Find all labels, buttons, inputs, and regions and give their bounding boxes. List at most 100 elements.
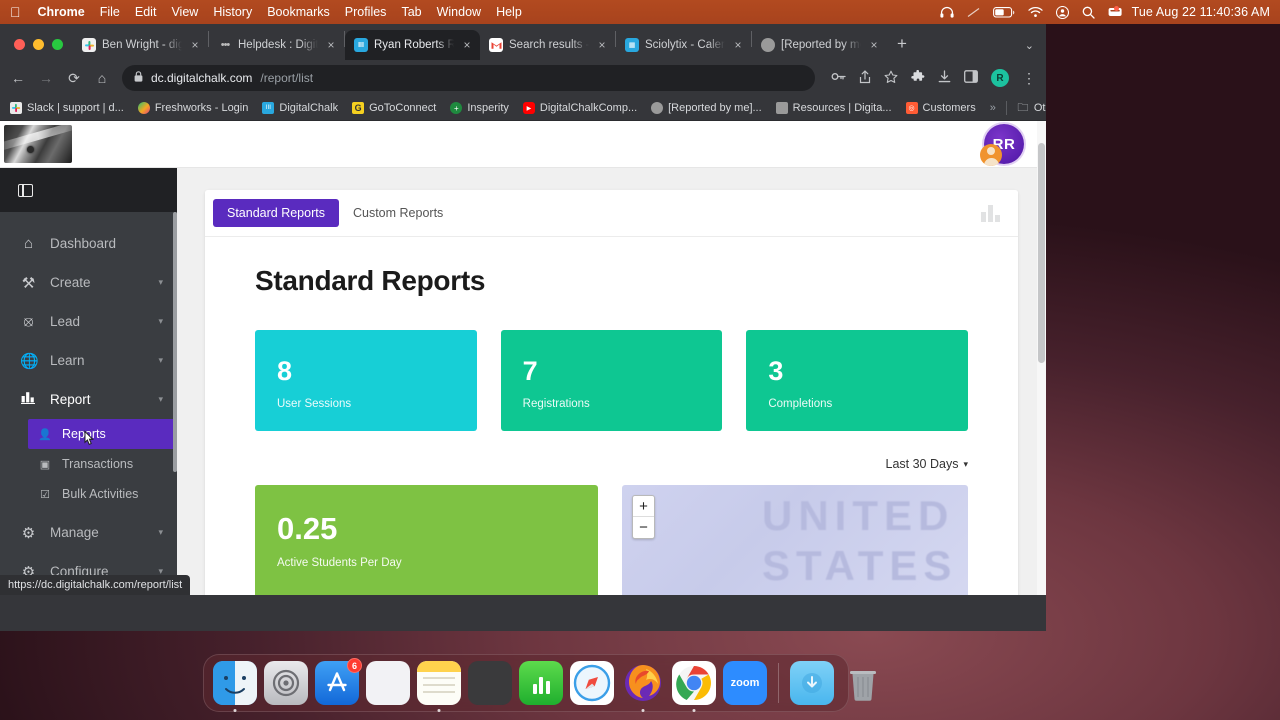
dock-item-zoom[interactable]: zoom xyxy=(723,661,767,705)
password-key-icon[interactable] xyxy=(831,70,846,86)
back-button[interactable]: ← xyxy=(10,70,26,86)
chevron-down-icon[interactable]: ▾ xyxy=(158,355,163,366)
menu-help[interactable]: Help xyxy=(496,5,522,19)
menu-edit[interactable]: Edit xyxy=(135,5,157,19)
date-range-selector[interactable]: Last 30 Days ▾ xyxy=(886,457,969,471)
bookmark-star-icon[interactable] xyxy=(884,70,898,87)
tab-standard-reports[interactable]: Standard Reports xyxy=(213,199,339,227)
browser-tab-2[interactable]: ••• Helpdesk : DigitalChalk × xyxy=(209,30,344,60)
map-zoom-in-button[interactable]: + xyxy=(633,496,654,517)
sidebar-item-transactions[interactable]: ▣ Transactions xyxy=(28,449,177,479)
browser-tab-3-close-icon[interactable]: × xyxy=(460,38,474,52)
dock-item-numbers[interactable] xyxy=(519,661,563,705)
browser-tab-2-close-icon[interactable]: × xyxy=(324,38,338,52)
forward-button[interactable]: → xyxy=(38,70,54,86)
bookmark-customers[interactable]: ◎ Customers xyxy=(905,102,976,114)
dock-item-trash[interactable] xyxy=(841,661,885,705)
chevron-down-icon[interactable]: ▾ xyxy=(158,527,163,538)
bookmark-resources[interactable]: Resources | Digita... xyxy=(775,102,892,114)
notification-center-icon[interactable] xyxy=(1108,5,1122,18)
dock-item-finder[interactable] xyxy=(213,661,257,712)
sidebar-item-lead[interactable]: ⦻ Lead ▾ xyxy=(0,302,177,341)
browser-tab-1[interactable]: Ben Wright - digitalchalk × xyxy=(73,30,208,60)
new-tab-button[interactable]: + xyxy=(887,34,917,60)
menu-chrome[interactable]: Chrome xyxy=(38,5,85,19)
menu-tab[interactable]: Tab xyxy=(401,5,421,19)
wifi-icon[interactable] xyxy=(1027,6,1043,18)
browser-tab-6[interactable]: [Reported by me] Issue × xyxy=(752,30,887,60)
bookmark-freshworks[interactable]: Freshworks - Login xyxy=(137,102,248,114)
side-panel-icon[interactable] xyxy=(964,70,978,86)
address-bar[interactable]: dc.digitalchalk.com/report/list xyxy=(122,65,815,91)
bookmark-digitalchalk[interactable]: III DigitalChalk xyxy=(262,102,338,114)
bookmark-slack[interactable]: Slack | support | d... xyxy=(10,102,124,114)
bookmark-reported-by-me[interactable]: [Reported by me]... xyxy=(651,102,762,114)
kpi-user-sessions[interactable]: 8 User Sessions xyxy=(255,330,477,431)
reload-button[interactable]: ⟳ xyxy=(66,70,82,87)
dock-item-safari[interactable] xyxy=(570,661,614,705)
home-button[interactable]: ⌂ xyxy=(94,70,110,86)
menubar-clock[interactable]: Tue Aug 22 11:40:36 AM xyxy=(1132,5,1270,19)
map-zoom-controls[interactable]: + − xyxy=(632,495,655,539)
browser-tab-4[interactable]: Search results - ryan.rob × xyxy=(480,30,615,60)
sidebar-item-report[interactable]: Report ▾ xyxy=(0,380,177,419)
kpi-active-students[interactable]: 0.25 Active Students Per Day xyxy=(255,485,598,595)
battery-icon[interactable] xyxy=(992,6,1015,18)
tab-custom-reports[interactable]: Custom Reports xyxy=(339,199,457,227)
bookmark-gotoconnect[interactable]: G GoToConnect xyxy=(352,102,436,114)
sidebar-item-create[interactable]: ⚒ Create ▾ xyxy=(0,263,177,302)
browser-tab-1-close-icon[interactable]: × xyxy=(188,38,202,52)
tab-search-chevron-icon[interactable]: ⌄ xyxy=(1025,39,1034,52)
map-zoom-out-button[interactable]: − xyxy=(633,517,654,538)
menu-history[interactable]: History xyxy=(213,5,252,19)
chevron-down-icon[interactable]: ▾ xyxy=(158,277,163,288)
window-close-button[interactable] xyxy=(14,39,25,50)
sidebar-item-learn[interactable]: 🌐 Learn ▾ xyxy=(0,341,177,380)
other-bookmarks-folder[interactable]: 🗀 Other Bookmarks xyxy=(1017,102,1046,115)
window-traffic-lights[interactable] xyxy=(8,39,73,60)
panel-toggle-icon[interactable] xyxy=(18,183,33,197)
app-logo[interactable] xyxy=(4,125,72,163)
spotlight-search-icon[interactable] xyxy=(1082,6,1095,19)
dock-item-chrome[interactable] xyxy=(672,661,716,712)
browser-tab-5-close-icon[interactable]: × xyxy=(731,38,745,52)
share-icon[interactable] xyxy=(859,69,871,87)
window-minimize-button[interactable] xyxy=(33,39,44,50)
kpi-completions[interactable]: 3 Completions xyxy=(746,330,969,431)
dock-item-calculator[interactable] xyxy=(468,661,512,705)
sidebar-item-dashboard[interactable]: ⌂ Dashboard xyxy=(0,224,177,263)
dock-item-app-store[interactable]: 6 xyxy=(315,658,362,705)
bar-chart-icon[interactable] xyxy=(981,204,1000,222)
menu-view[interactable]: View xyxy=(171,5,198,19)
menu-profiles[interactable]: Profiles xyxy=(345,5,387,19)
menu-bookmarks[interactable]: Bookmarks xyxy=(267,5,330,19)
map-widget[interactable]: UNITED STATES + − xyxy=(622,485,968,595)
chevron-down-icon[interactable]: ▾ xyxy=(158,316,163,327)
dock-item-downloads-folder[interactable] xyxy=(790,661,834,705)
downloads-icon[interactable] xyxy=(938,69,951,87)
three-dot-menu-icon[interactable]: ⋮ xyxy=(1022,71,1036,85)
control-center-icon[interactable] xyxy=(1055,5,1069,19)
bookmark-digitalchalkcomp[interactable]: ▶ DigitalChalkComp... xyxy=(522,102,637,114)
browser-tab-6-close-icon[interactable]: × xyxy=(867,38,881,52)
browser-tab-5[interactable]: ▦ Sciolytix - Calendar - Au × xyxy=(616,30,751,60)
sidebar-item-bulk-activities[interactable]: ☑ Bulk Activities xyxy=(28,479,177,509)
kpi-registrations[interactable]: 7 Registrations xyxy=(500,330,723,431)
chevron-down-icon[interactable]: ▾ xyxy=(158,394,163,405)
dock-item-system-settings[interactable] xyxy=(264,661,308,705)
dock-item-launchpad[interactable] xyxy=(366,661,410,705)
page-scrollbar-thumb[interactable] xyxy=(1038,143,1045,363)
headphones-icon[interactable] xyxy=(939,6,954,18)
dock-item-firefox[interactable] xyxy=(621,661,665,712)
browser-tab-4-close-icon[interactable]: × xyxy=(595,38,609,52)
window-maximize-button[interactable] xyxy=(52,39,63,50)
extensions-puzzle-icon[interactable] xyxy=(911,69,925,87)
page-scrollbar[interactable] xyxy=(1037,121,1046,595)
menu-file[interactable]: File xyxy=(100,5,120,19)
dock-item-notes[interactable] xyxy=(417,661,461,712)
bookmarks-overflow-button[interactable]: » xyxy=(990,102,996,114)
sidebar-item-reports[interactable]: 👤 Reports xyxy=(28,419,177,449)
browser-tab-3[interactable]: III Ryan Roberts Reports × xyxy=(345,30,480,60)
bookmark-insperity[interactable]: + Insperity xyxy=(450,102,509,114)
user-avatar[interactable]: RR xyxy=(980,122,1024,166)
